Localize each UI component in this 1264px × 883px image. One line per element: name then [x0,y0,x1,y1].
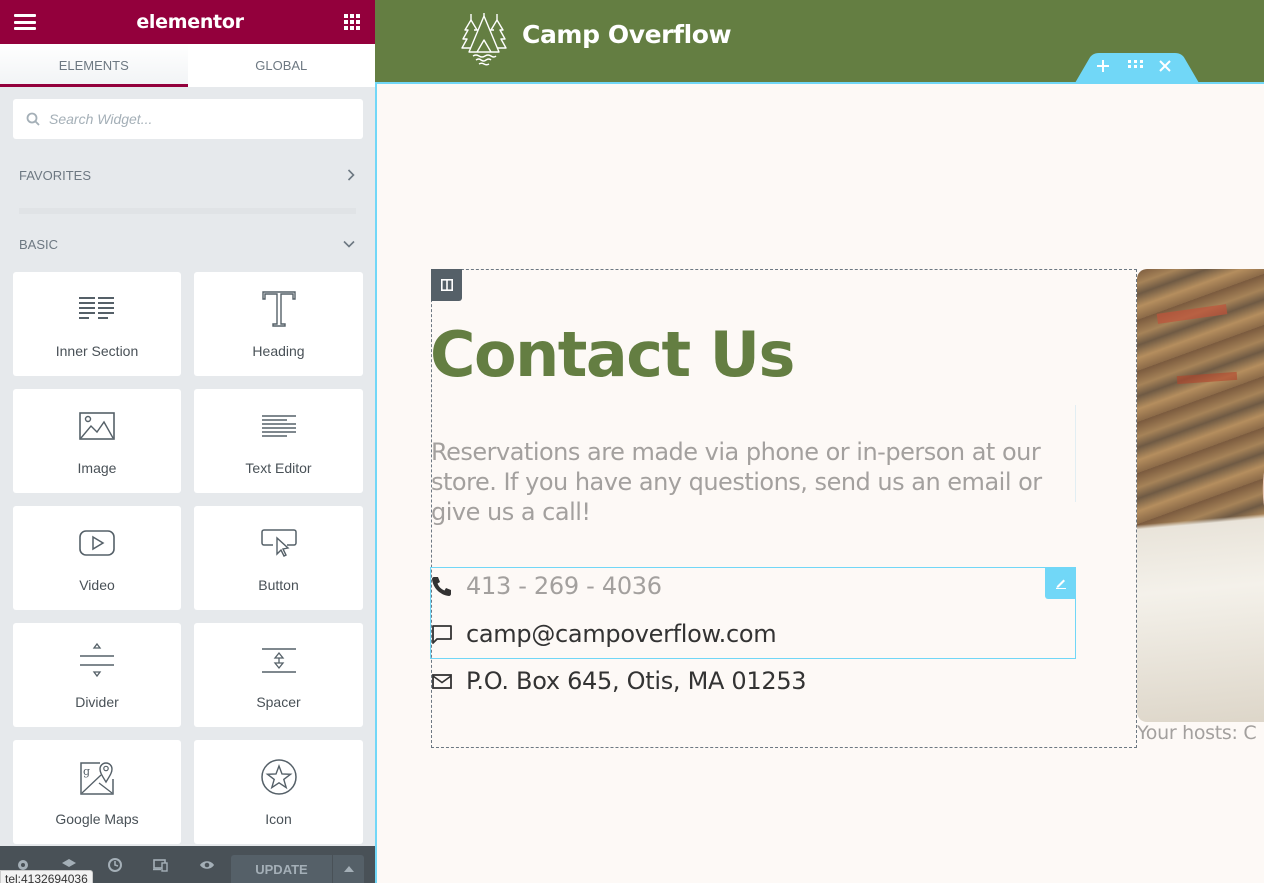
heading-icon [261,291,296,327]
spacer-icon [261,648,296,673]
widget-label: Text Editor [245,460,312,476]
eye-icon [200,860,214,869]
history-icon [108,857,122,872]
widget-heading[interactable]: Heading [194,272,363,376]
page-preview: Camp Overflow Contact Us Reservations ar… [375,0,1264,883]
widget-icon[interactable]: Icon [194,740,363,844]
contact-address-text: P.O. Box 645, Otis, MA 01253 [466,667,807,695]
button-icon [260,529,297,557]
contact-email[interactable]: camp@campoverflow.com [431,620,777,648]
widget-spacer[interactable]: Spacer [194,623,363,727]
plus-icon [1097,60,1109,72]
widget-google-maps[interactable]: g Google Maps [13,740,181,844]
search-icon [26,112,40,126]
widget-label: Google Maps [55,811,139,827]
widget-grid: Inner Section Heading Image Text Editor [13,272,363,844]
search-widget-box [13,99,363,139]
widget-divider[interactable]: Divider [13,623,181,727]
inner-section-icon [79,297,114,319]
section-handle [1075,53,1199,83]
widget-video[interactable]: Video [13,506,181,610]
widget-label: Image [77,460,117,476]
widget-label: Button [258,577,299,593]
widget-text-editor[interactable]: Text Editor [194,389,363,493]
edit-column-button[interactable] [431,269,462,301]
drag-section-button[interactable] [1128,60,1146,76]
chevron-right-icon [347,169,355,181]
google-maps-icon: g [80,762,114,795]
hosts-photo [1137,269,1264,722]
save-options-button[interactable] [333,855,364,883]
widget-inner-section[interactable]: Inner Section [13,272,181,376]
widgets-grid-icon[interactable] [344,13,361,31]
close-icon [1159,60,1171,72]
svg-text:g: g [83,765,90,778]
category-favorites[interactable]: Favorites [0,165,375,185]
contact-phone[interactable]: 413 - 269 - 4036 [431,572,662,600]
elementor-editor: elementor Elements Global Favorites Basi… [0,0,1264,883]
tab-global[interactable]: Global [188,44,376,87]
envelope-icon [432,674,452,689]
phone-icon [432,577,451,596]
brand-logo: elementor [136,11,244,33]
contact-heading: Contact Us [430,318,795,391]
link-status-tooltip: tel:4132694036 [0,870,93,883]
tab-elements[interactable]: Elements [0,44,188,87]
widget-image[interactable]: Image [13,389,181,493]
category-basic[interactable]: Basic [0,234,375,254]
responsive-icon [153,858,168,872]
camp-logo-icon [461,13,507,66]
category-separator [19,208,356,214]
preview-button[interactable] [184,846,230,883]
text-editor-icon [261,415,296,437]
category-favorites-label: Favorites [19,167,91,183]
category-basic-label: Basic [19,236,59,252]
widget-label: Icon [265,811,292,827]
contact-phone-text: 413 - 269 - 4036 [466,572,662,600]
menu-icon[interactable] [14,14,36,30]
section-outline-left [375,82,377,883]
site-title[interactable]: Camp Overflow [522,20,732,49]
widget-button[interactable]: Button [194,506,363,610]
contact-address[interactable]: P.O. Box 645, Otis, MA 01253 [431,667,807,695]
site-header: Camp Overflow [375,0,1264,83]
widget-label: Divider [75,694,119,710]
chat-icon [432,625,452,644]
panel-header: elementor [0,0,375,44]
edit-widget-button[interactable] [1045,567,1076,599]
photo-caption: Your hosts: C [1137,722,1257,744]
contact-email-text: camp@campoverflow.com [466,620,777,648]
divider-icon [80,642,114,678]
widget-label: Spacer [256,694,301,710]
search-widget-input[interactable] [49,111,329,127]
update-button[interactable]: Update [231,855,332,883]
widget-label: Video [79,577,115,593]
star-icon [260,759,297,795]
image-icon [79,412,115,440]
video-icon [79,530,115,556]
chevron-down-icon [343,240,355,248]
widget-label: Heading [252,343,305,359]
section-outline [375,82,1264,84]
drag-handle-icon [1128,60,1143,68]
editor-panel: elementor Elements Global Favorites Basi… [0,0,375,883]
responsive-mode-button[interactable] [138,846,184,883]
pencil-icon [1055,579,1066,589]
widget-label: Inner Section [55,343,139,359]
caret-up-icon [343,866,354,872]
intro-text: Reservations are made via phone or in-pe… [431,438,1042,526]
column-icon [440,279,453,291]
panel-tabs: Elements Global [0,44,375,87]
delete-section-button[interactable] [1159,60,1177,76]
add-section-button[interactable] [1097,60,1115,76]
history-button[interactable] [92,846,138,883]
